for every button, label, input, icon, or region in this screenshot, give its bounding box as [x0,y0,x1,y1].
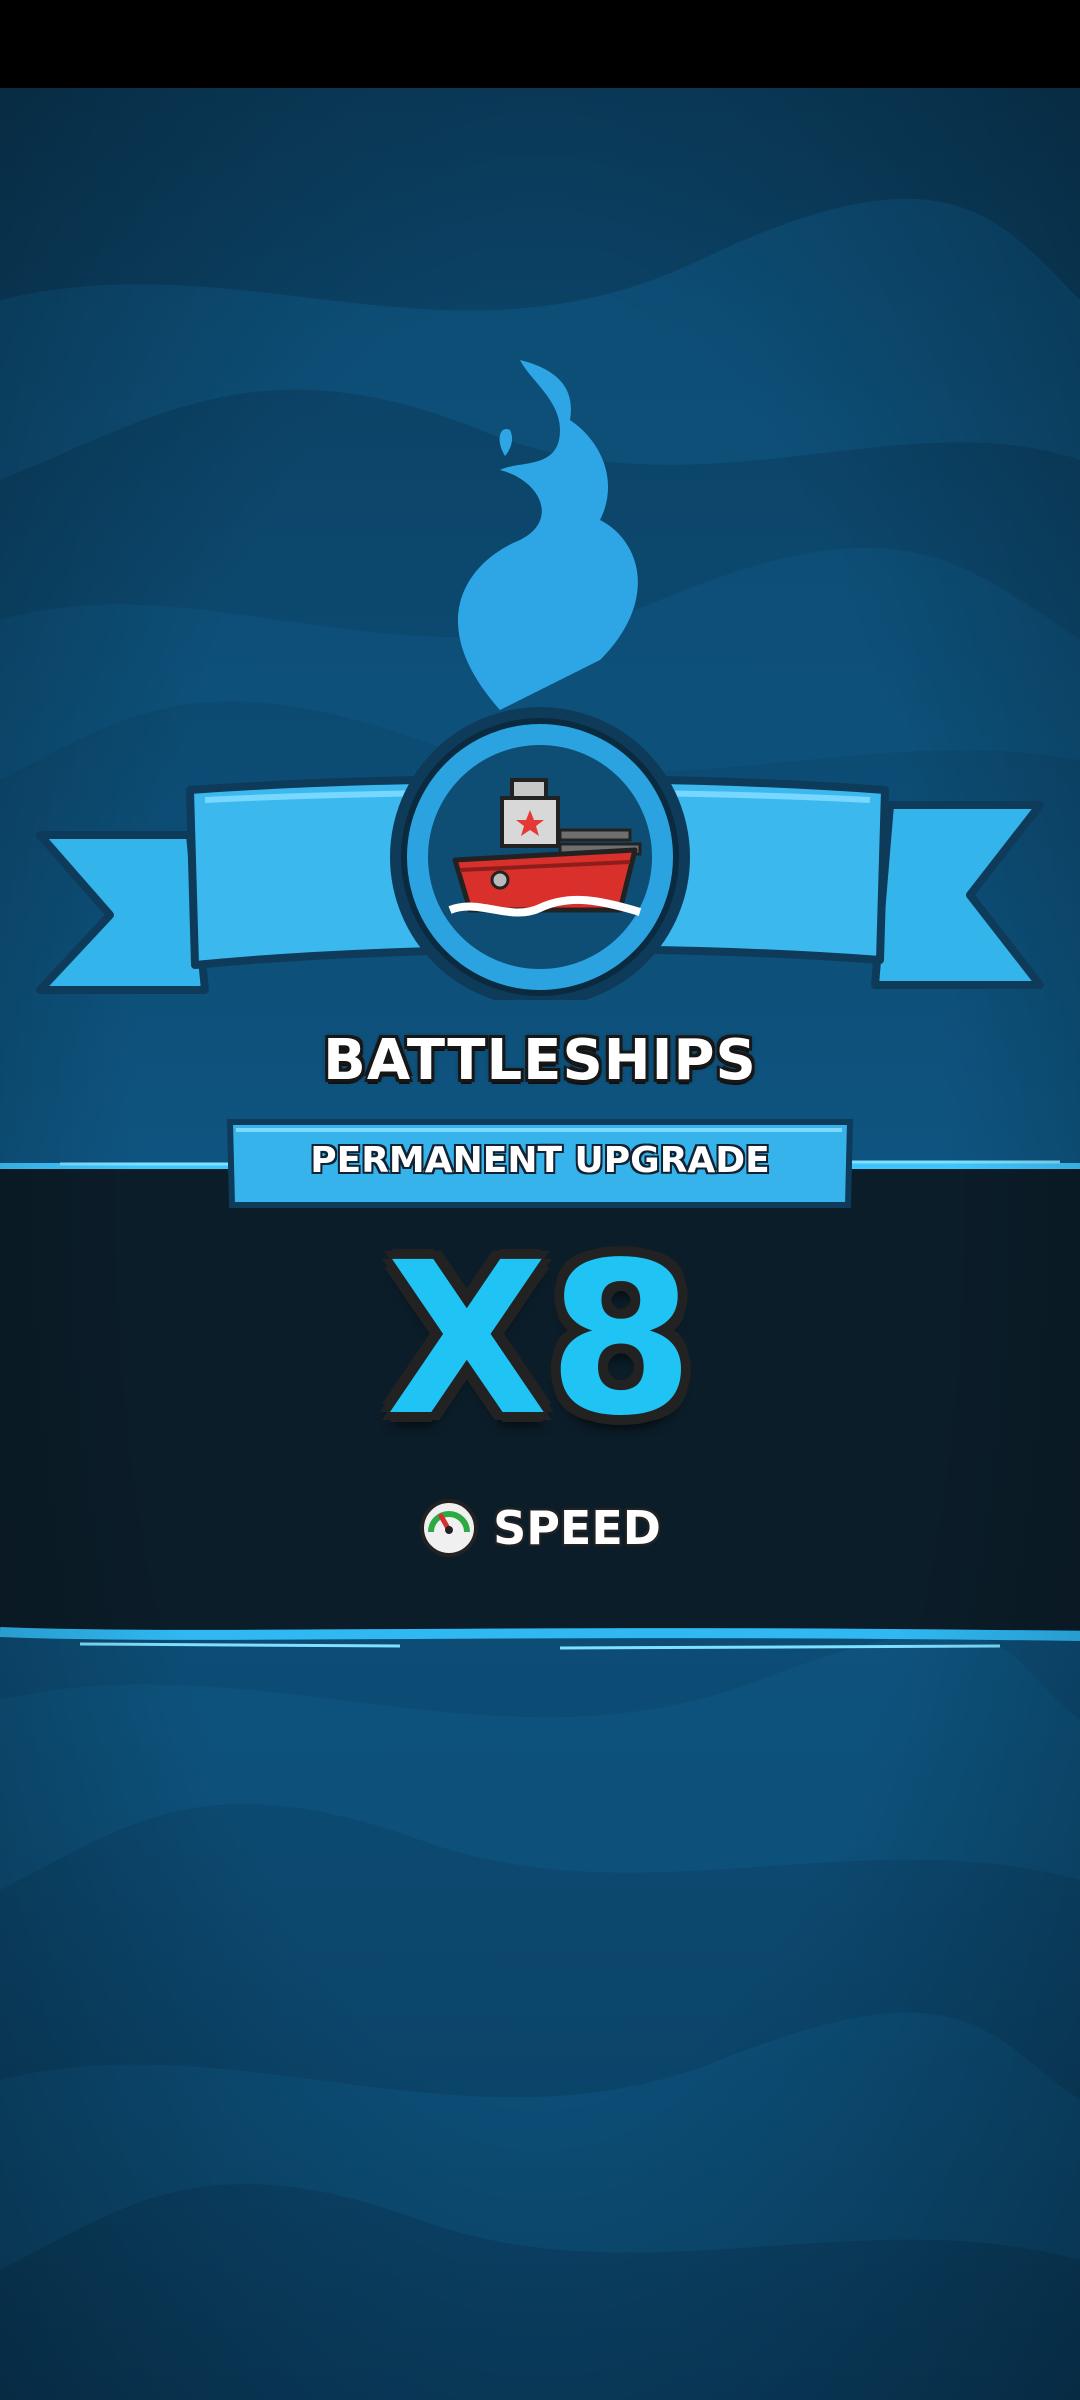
speedometer-icon [420,1499,479,1557]
subtitle-ribbon [226,1119,854,1208]
unit-title: BATTLESHIPS [323,1028,757,1093]
upgrade-subtitle: PERMANENT UPGRADE [310,1140,770,1181]
stat-label: SPEED [493,1501,661,1555]
stat-row: SPEED [0,1498,1080,1558]
upgrade-multiplier: X8 [385,1217,695,1462]
